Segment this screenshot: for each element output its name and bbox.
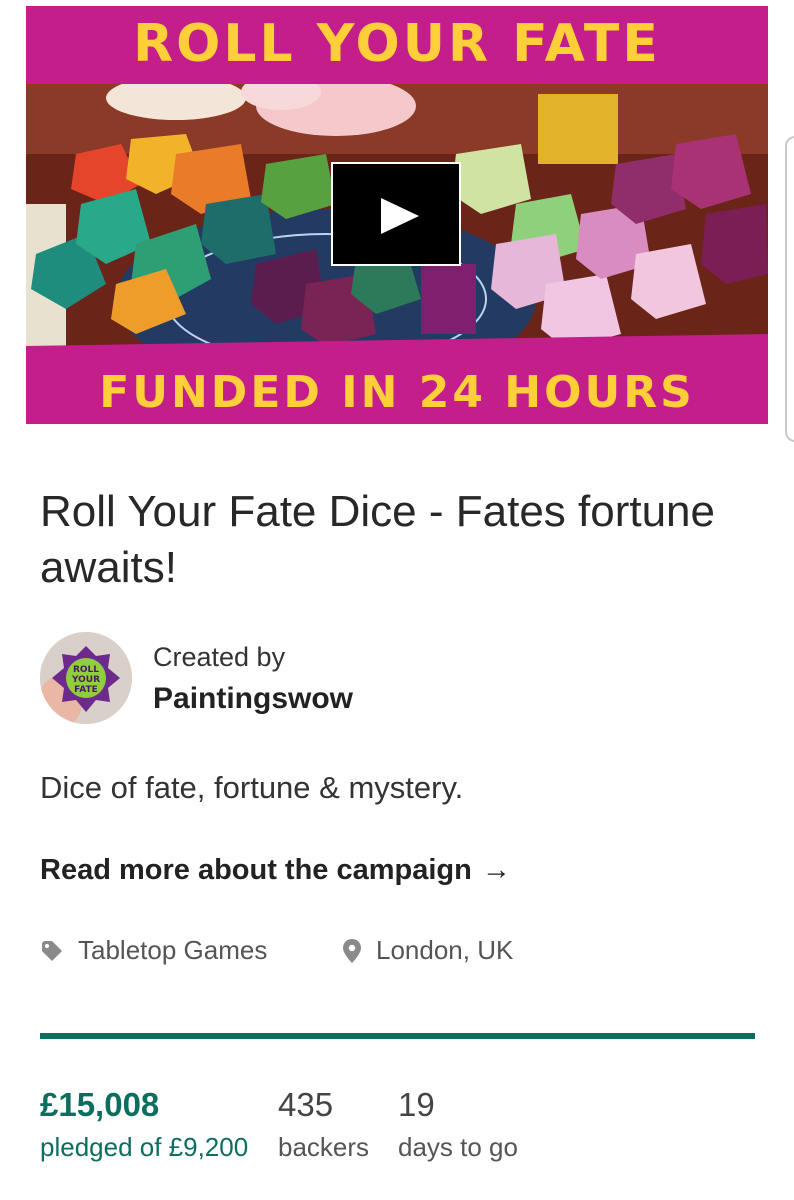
read-more-link[interactable]: Read more about the campaign → [40,854,511,887]
creator-name-link[interactable]: Paintingswow [153,682,353,716]
days-left-count: 19 [398,1086,435,1123]
avatar-logo-image: ROLL YOUR FATE [40,632,132,724]
campaign-blurb: Dice of fate, fortune & mystery. [40,770,464,805]
edge-panel-handle[interactable] [785,136,794,442]
location-link[interactable]: London, UK [342,935,513,966]
svg-text:FATE: FATE [74,685,98,695]
tag-icon [42,940,62,961]
pledged-goal-label: pledged of £9,200 [40,1132,249,1162]
location-pin-icon [343,938,361,963]
funding-progress-fill [40,1033,755,1039]
campaign-video[interactable]: ROLL YOUR FATE FUNDED IN 24 HOURS [26,6,768,424]
play-icon [381,198,419,234]
svg-text:YOUR: YOUR [71,675,100,685]
backers-count: 435 [278,1086,334,1123]
campaign-title: Roll Your Fate Dice - Fates fortune awai… [40,487,715,592]
read-more-label: Read more about the campaign [40,854,472,886]
pledged-amount: £15,008 [40,1086,160,1123]
arrow-right-icon: → [481,854,511,886]
created-by-label: Created by [153,642,286,672]
creator-avatar[interactable]: ROLL YOUR FATE [40,632,132,724]
funding-progress-bar [40,1033,755,1039]
backers-label: backers [278,1132,370,1162]
category-link[interactable]: Tabletop Games [40,935,267,966]
category-label: Tabletop Games [78,935,268,965]
play-video-button[interactable] [331,162,461,266]
location-label: London, UK [376,935,514,965]
days-left-label: days to go [398,1132,518,1162]
banner-bottom-text: FUNDED IN 24 HOURS [99,367,695,418]
creator-block: ROLL YOUR FATE Created by Paintingswow [40,632,540,726]
svg-text:ROLL: ROLL [73,665,99,675]
banner-top-text: ROLL YOUR FATE [133,14,661,74]
